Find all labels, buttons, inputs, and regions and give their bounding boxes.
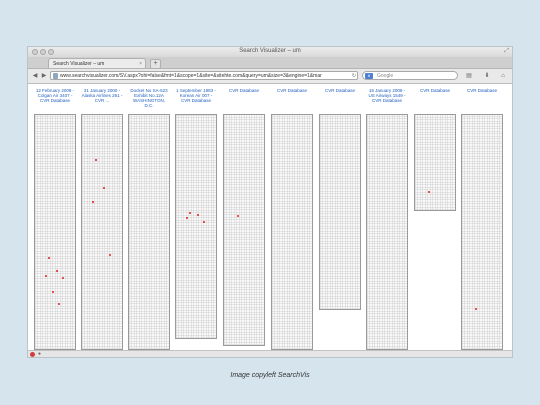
status-indicator: ● xyxy=(38,351,42,357)
result-page-grid[interactable] xyxy=(223,114,265,346)
site-favicon-icon xyxy=(53,73,58,79)
resize-arrows-icon[interactable]: ⤢ xyxy=(504,48,509,55)
bookmarks-icon[interactable]: ▤ xyxy=(465,72,473,80)
navigation-toolbar: ◀ ▶ www.searchvisualizer.com/SV.aspx?ohi… xyxy=(28,69,512,84)
term-hit-marker[interactable] xyxy=(237,215,239,217)
term-hit-marker[interactable] xyxy=(189,212,191,214)
result-page-grid[interactable] xyxy=(366,114,408,350)
url-text: www.searchvisualizer.com/SV.aspx?ohi=fal… xyxy=(60,73,322,79)
reload-icon[interactable]: ↻ xyxy=(350,72,358,80)
result-title-link[interactable]: CVR Database xyxy=(414,88,456,93)
result-page-grid[interactable] xyxy=(271,114,313,350)
tab-bar: Search Visualizer – um × + xyxy=(28,57,512,69)
term-hit-marker[interactable] xyxy=(103,187,105,189)
google-icon[interactable]: 8 xyxy=(365,73,373,79)
result-title-link[interactable]: Docket No SA-523 Exhibit No.12A WASHINGT… xyxy=(128,88,170,108)
addon-status-icon[interactable] xyxy=(30,352,35,357)
term-hit-marker[interactable] xyxy=(45,275,47,277)
term-hit-marker[interactable] xyxy=(475,308,477,310)
result-page-grid[interactable] xyxy=(319,114,361,310)
result-title-link[interactable]: 12 February 2009 - Colgan Air 3407 - CVR… xyxy=(34,88,76,103)
term-hit-marker[interactable] xyxy=(48,257,50,259)
search-placeholder: Google xyxy=(377,73,394,79)
term-hit-marker[interactable] xyxy=(186,217,188,219)
term-hit-marker[interactable] xyxy=(56,270,58,272)
result-title-link[interactable]: 31 January 2000 - Alaska Airlines 261 - … xyxy=(81,88,123,103)
back-arrow-icon[interactable]: ◀ xyxy=(31,72,39,80)
browser-window: Search Visualizer – um ⤢ Search Visualiz… xyxy=(28,47,512,357)
result-title-link[interactable]: CVR Database xyxy=(271,88,313,93)
result-page-grid[interactable] xyxy=(175,114,217,339)
tab-close-icon[interactable]: × xyxy=(139,59,142,69)
result-page-grid[interactable] xyxy=(461,114,503,350)
result-page-grid[interactable] xyxy=(34,114,76,350)
term-hit-marker[interactable] xyxy=(92,201,94,203)
term-hit-marker[interactable] xyxy=(203,221,205,223)
result-page-grid[interactable] xyxy=(414,114,456,211)
term-hit-marker[interactable] xyxy=(58,303,60,305)
title-bar: Search Visualizer – um ⤢ xyxy=(28,47,512,57)
result-page-grid[interactable] xyxy=(81,114,123,350)
result-title-link[interactable]: 15 January 2009 - US Airways 1549 - CVR … xyxy=(366,88,408,103)
image-caption: Image copyleft SearchVis xyxy=(230,372,310,379)
term-hit-marker[interactable] xyxy=(109,254,111,256)
result-title-link[interactable]: 1 September 1983 - Korean Air 007 - CVR … xyxy=(175,88,217,103)
tab-search-visualizer[interactable]: Search Visualizer – um × xyxy=(48,58,146,68)
new-tab-button[interactable]: + xyxy=(150,59,161,69)
term-hit-marker[interactable] xyxy=(428,191,430,193)
forward-arrow-icon[interactable]: ▶ xyxy=(40,72,48,80)
term-hit-marker[interactable] xyxy=(197,214,199,216)
term-hit-marker[interactable] xyxy=(62,277,64,279)
term-hit-marker[interactable] xyxy=(52,291,54,293)
address-bar[interactable]: www.searchvisualizer.com/SV.aspx?ohi=fal… xyxy=(50,71,358,80)
home-icon[interactable]: ⌂ xyxy=(499,72,507,80)
tab-label: Search Visualizer – um xyxy=(53,61,105,67)
search-visualizer-results: 12 February 2009 - Colgan Air 3407 - CVR… xyxy=(28,84,512,350)
result-title-link[interactable]: CVR Database xyxy=(461,88,503,93)
window-title: Search Visualizer – um xyxy=(239,48,301,54)
result-title-link[interactable]: CVR Database xyxy=(223,88,265,93)
search-input[interactable]: 8 Google xyxy=(362,71,458,80)
result-title-link[interactable]: CVR Database xyxy=(319,88,361,93)
download-icon[interactable]: ⬇ xyxy=(483,72,491,80)
term-hit-marker[interactable] xyxy=(95,159,97,161)
result-page-grid[interactable] xyxy=(128,114,170,350)
status-bar: ● xyxy=(28,350,512,357)
